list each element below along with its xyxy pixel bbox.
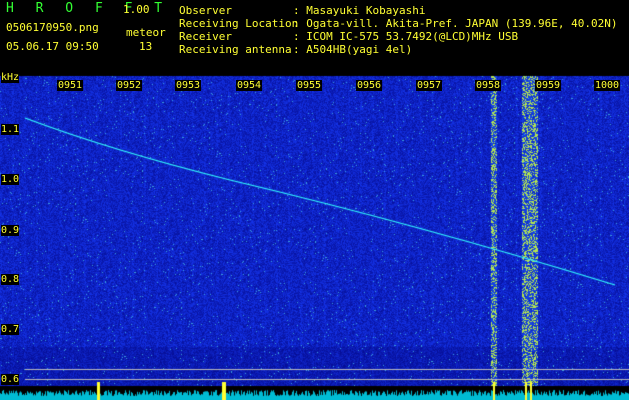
time-label: 0959: [535, 80, 562, 91]
time-label: 0956: [356, 80, 383, 91]
file-name: 0506170950.png: [6, 21, 99, 34]
info-label: Receiver: [179, 30, 232, 43]
freq-label: 1.0: [1, 174, 20, 185]
freq-label: 0.8: [1, 274, 20, 285]
info-row-location: Receiving Location : Ogata-vill. Akita-P…: [179, 17, 618, 30]
info-value: : Masayuki Kobayashi: [293, 4, 426, 17]
time-label: 0953: [175, 80, 202, 91]
info-row-antenna: Receiving antenna : A504HB(yagi 4el): [179, 43, 618, 56]
date-time: 05.06.17 09:50: [6, 40, 99, 53]
freq-label: 0.9: [1, 225, 20, 236]
time-label: 0952: [116, 80, 143, 91]
station-info: Observer : Masayuki Kobayashi Receiving …: [179, 4, 618, 56]
time-label: 0958: [475, 80, 502, 91]
info-value: : A504HB(yagi 4el): [293, 43, 413, 56]
info-value: : Ogata-vill. Akita-Pref. JAPAN (139.96E…: [293, 17, 618, 30]
info-row-receiver: Receiver : ICOM IC-575 53.7492(@LCD)MHz …: [179, 30, 618, 43]
info-value: : ICOM IC-575 53.7492(@LCD)MHz USB: [293, 30, 519, 43]
meteor-count: 13: [139, 40, 153, 53]
freq-label: 1.1: [1, 124, 20, 135]
meteor-label: meteor: [126, 26, 166, 39]
info-label: Receiving antenna: [179, 43, 292, 56]
app-version: 1.00: [123, 3, 150, 16]
time-label: 0955: [296, 80, 323, 91]
info-row-observer: Observer : Masayuki Kobayashi: [179, 4, 618, 17]
info-label: Receiving Location: [179, 17, 299, 30]
spectrogram-canvas: [0, 0, 629, 400]
time-label: 0954: [236, 80, 263, 91]
time-label: 0957: [416, 80, 443, 91]
time-label: 1000: [594, 80, 621, 91]
info-label: Observer: [179, 4, 232, 17]
time-label: 0951: [57, 80, 84, 91]
freq-unit-label: kHz: [1, 72, 20, 83]
freq-label: 0.6: [1, 374, 20, 385]
freq-label: 0.7: [1, 324, 20, 335]
hrofft-window: H R O F F T 1.00 0506170950.png meteor 0…: [0, 0, 629, 400]
